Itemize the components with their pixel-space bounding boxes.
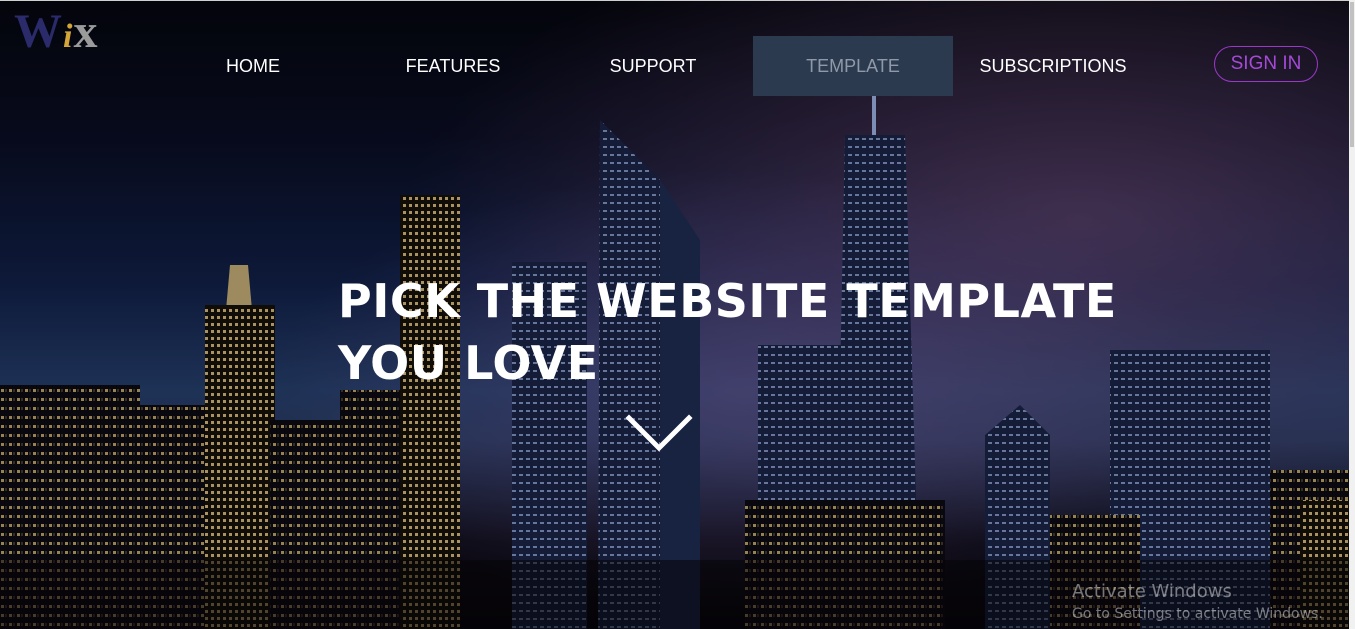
nav-item-support[interactable]: SUPPORT (553, 36, 753, 96)
page: Wix HOME FEATURES SUPPORT TEMPLATE SUBSC… (0, 0, 1355, 629)
nav-item-features[interactable]: FEATURES (353, 36, 553, 96)
nav-item-home[interactable]: HOME (153, 36, 353, 96)
nav-item-subscriptions[interactable]: SUBSCRIPTIONS (953, 36, 1153, 96)
hero-headline-line-1: PICK THE WEBSITE TEMPLATE (338, 274, 1117, 328)
chevron-down-icon[interactable] (625, 412, 693, 456)
main-navigation: HOME FEATURES SUPPORT TEMPLATE SUBSCRIPT… (153, 36, 1153, 96)
logo-letter-w: W (14, 5, 63, 58)
hero-headline-line-2: YOU LOVE (338, 336, 599, 390)
scrollbar-thumb[interactable] (1350, 2, 1354, 147)
logo-letter-x: x (73, 5, 99, 58)
logo-letter-i: i (63, 18, 74, 55)
watermark-title: Activate Windows (1072, 581, 1232, 602)
nav-item-template[interactable]: TEMPLATE (753, 36, 953, 96)
watermark-subtitle: Go to Settings to activate Windows. (1072, 606, 1323, 622)
site-logo[interactable]: Wix (14, 4, 139, 60)
browser-top-border (0, 0, 1355, 1)
sign-in-button[interactable]: SIGN IN (1214, 46, 1318, 82)
page-scrollbar[interactable] (1349, 0, 1355, 629)
windows-activation-watermark: Activate Windows Go to Settings to activ… (1072, 580, 1323, 624)
hero-headline: PICK THE WEBSITE TEMPLATE YOU LOVE (338, 270, 1117, 394)
